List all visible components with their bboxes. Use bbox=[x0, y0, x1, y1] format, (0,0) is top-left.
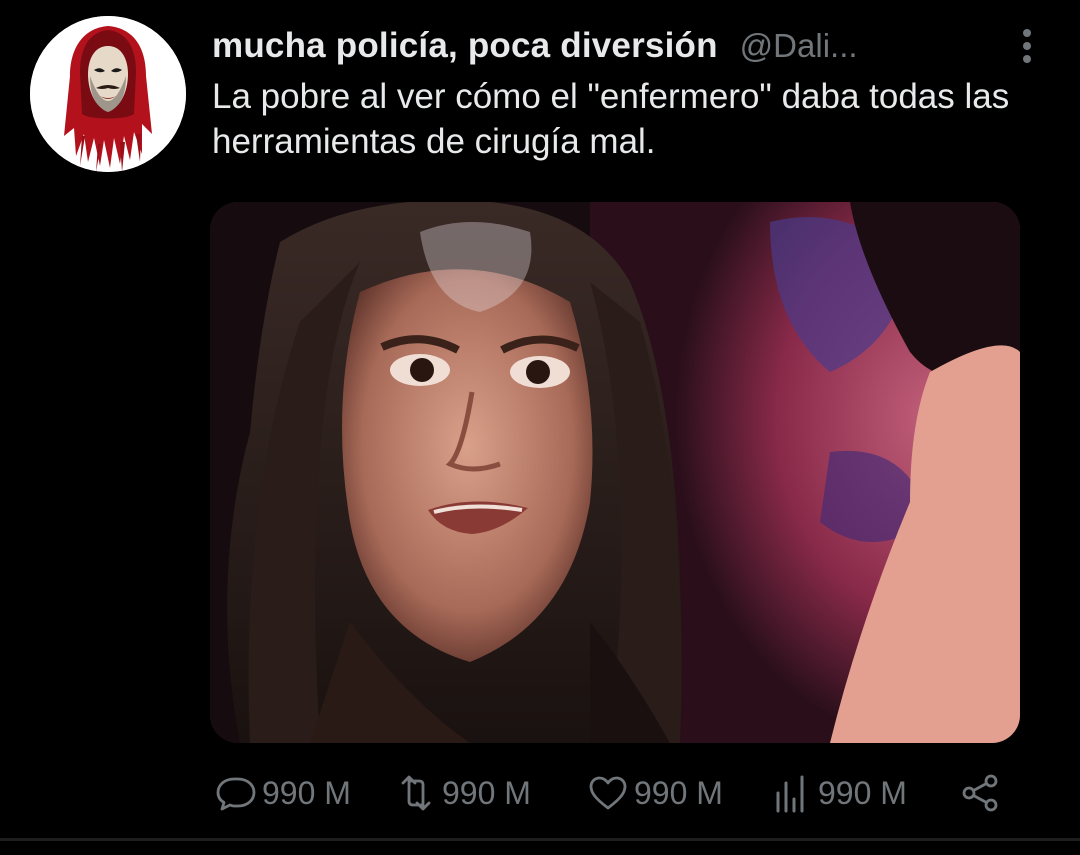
author-handle[interactable]: @Dali... bbox=[740, 27, 858, 65]
photo-image bbox=[210, 202, 1020, 743]
avatar[interactable] bbox=[30, 16, 186, 172]
share-button[interactable] bbox=[958, 770, 1002, 816]
bar-chart-icon bbox=[776, 775, 804, 813]
retweet-button[interactable]: 990 M bbox=[394, 770, 531, 816]
reply-button[interactable]: 990 M bbox=[214, 770, 351, 816]
share-icon bbox=[962, 774, 998, 812]
bottom-divider bbox=[0, 838, 1080, 855]
like-button[interactable]: 990 M bbox=[586, 770, 723, 816]
reply-count: 990 M bbox=[262, 774, 351, 811]
retweet-count: 990 M bbox=[442, 774, 531, 811]
heart-icon bbox=[589, 776, 627, 810]
vertical-dots-icon bbox=[1023, 29, 1031, 63]
views-count: 990 M bbox=[818, 774, 907, 811]
comment-icon bbox=[216, 777, 256, 811]
tweet-actions: 990 M 990 M 990 M 990 M bbox=[214, 770, 1014, 816]
tweet-text: La pobre al ver cómo el "enfermero" daba… bbox=[212, 77, 1010, 161]
avatar-image bbox=[30, 16, 186, 172]
more-options-button[interactable] bbox=[1012, 26, 1042, 66]
tweet-media-photo[interactable] bbox=[210, 202, 1020, 743]
views-button[interactable]: 990 M bbox=[770, 770, 907, 816]
like-count: 990 M bbox=[634, 774, 723, 811]
tweet[interactable]: mucha policía, poca diversión @Dali... L… bbox=[0, 0, 1080, 855]
tweet-header: mucha policía, poca diversión @Dali... bbox=[212, 22, 1042, 70]
author-display-name[interactable]: mucha policía, poca diversión bbox=[212, 26, 718, 66]
retweet-icon bbox=[401, 775, 431, 811]
